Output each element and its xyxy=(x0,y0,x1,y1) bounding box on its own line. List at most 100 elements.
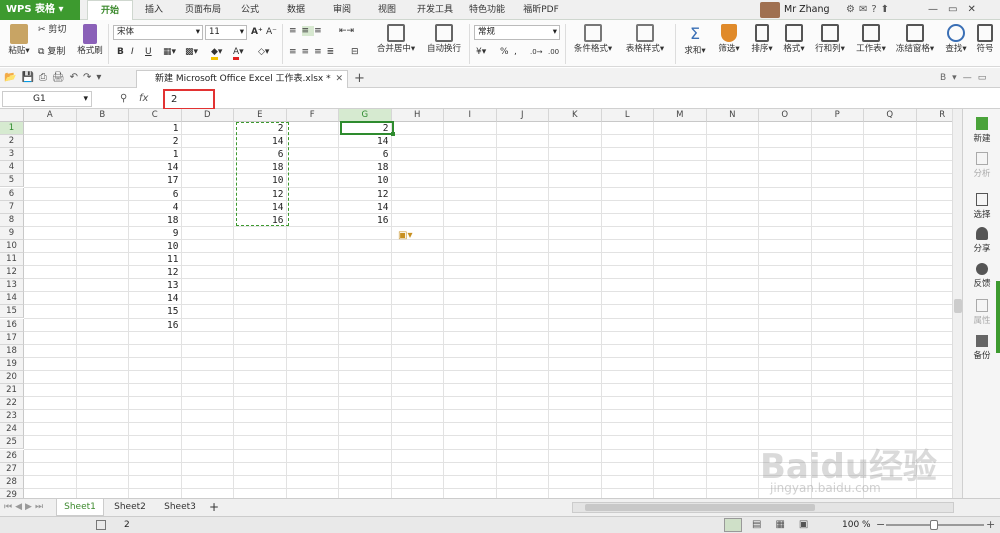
menu-data[interactable]: 数据 xyxy=(280,0,312,20)
quick-access-icons[interactable]: 📂💾⎙🖨↶↷▾ xyxy=(4,71,106,85)
find-button[interactable]: 查找▾ xyxy=(941,24,971,54)
sidebar-item-select[interactable]: 选择 xyxy=(963,193,1000,220)
cell-G7[interactable]: 14 xyxy=(339,201,388,214)
sidebar-item-analyze[interactable]: 分析 xyxy=(963,152,1000,179)
comma-button[interactable]: , xyxy=(514,45,517,59)
indent-buttons[interactable]: ⇤⇥ xyxy=(339,24,354,38)
cell-C12[interactable]: 12 xyxy=(129,266,178,279)
cell-C1[interactable]: 1 xyxy=(129,122,179,135)
menu-view[interactable]: 视图 xyxy=(371,0,403,20)
row-header-10[interactable]: 10 xyxy=(0,239,24,253)
row-header-7[interactable]: 7 xyxy=(0,200,24,214)
horizontal-align-buttons[interactable]: ≡≡≡≣ xyxy=(289,45,339,59)
h-scroll-thumb[interactable] xyxy=(585,504,815,511)
row-header-11[interactable]: 11 xyxy=(0,253,24,267)
sort-button[interactable]: 排序▾ xyxy=(747,24,777,54)
column-header-M[interactable]: M xyxy=(654,109,707,122)
row-header-3[interactable]: 3 xyxy=(0,148,24,162)
sheet-tab-3[interactable]: Sheet3 xyxy=(156,499,204,516)
conditional-format-button[interactable]: 条件格式▾ xyxy=(570,24,616,54)
menu-review[interactable]: 审阅 xyxy=(326,0,358,20)
row-header-24[interactable]: 24 xyxy=(0,423,24,437)
row-header-21[interactable]: 21 xyxy=(0,384,24,398)
increase-decimal-button[interactable]: .0→ xyxy=(530,45,543,59)
cell-C13[interactable]: 13 xyxy=(129,279,178,292)
cell-C7[interactable]: 4 xyxy=(129,201,179,214)
view-mode-buttons[interactable]: ▤▦▣ xyxy=(752,518,822,532)
row-header-4[interactable]: 4 xyxy=(0,161,24,175)
vertical-scrollbar[interactable] xyxy=(952,109,962,498)
clear-button[interactable]: ◇▾ xyxy=(258,45,269,59)
column-header-Q[interactable]: Q xyxy=(864,109,917,122)
column-header-J[interactable]: J xyxy=(496,109,549,122)
select-all-corner[interactable] xyxy=(0,109,24,122)
column-header-E[interactable]: E xyxy=(234,109,287,122)
paste-button[interactable]: 粘贴▾ xyxy=(6,24,32,56)
row-header-27[interactable]: 27 xyxy=(0,462,24,476)
cell-C10[interactable]: 10 xyxy=(129,240,178,253)
document-tab[interactable]: 新建 Microsoft Office Excel 工作表.xlsx * ✕ xyxy=(136,70,348,88)
close-icon[interactable]: ✕ xyxy=(335,71,343,87)
underline-button[interactable]: U xyxy=(145,45,152,59)
user-name[interactable]: Mr Zhang xyxy=(784,0,830,20)
sidebar-item-feedback[interactable]: 反馈 xyxy=(963,263,1000,289)
menu-page-layout[interactable]: 页面布局 xyxy=(178,0,228,20)
vertical-align-buttons[interactable]: ≡≡≡ xyxy=(289,24,327,38)
scroll-thumb[interactable] xyxy=(954,299,962,313)
cell-C3[interactable]: 1 xyxy=(129,148,179,161)
column-header-C[interactable]: C xyxy=(129,109,182,122)
row-header-2[interactable]: 2 xyxy=(0,135,24,149)
sidebar-item-backup[interactable]: 备份 xyxy=(963,335,1000,361)
italic-button[interactable]: I xyxy=(131,45,134,59)
normal-view-button[interactable] xyxy=(724,518,742,532)
cell-style-button[interactable]: ▩▾ xyxy=(185,45,198,59)
shrink-font-button[interactable]: A⁻ xyxy=(266,25,277,39)
number-format-select[interactable]: 常规 ▾ xyxy=(474,25,560,40)
row-header-13[interactable]: 13 xyxy=(0,279,24,293)
zoom-out-button[interactable]: − xyxy=(876,517,885,533)
decrease-decimal-button[interactable]: .00 xyxy=(548,45,559,59)
zoom-function-icon[interactable]: ⚲ xyxy=(120,91,127,107)
column-header-F[interactable]: F xyxy=(286,109,339,122)
menu-home[interactable]: 开始 xyxy=(87,0,133,20)
row-header-26[interactable]: 26 xyxy=(0,449,24,463)
bold-button[interactable]: B xyxy=(117,45,124,59)
menu-formulas[interactable]: 公式 xyxy=(234,0,266,20)
column-header-L[interactable]: L xyxy=(601,109,654,122)
sum-button[interactable]: Σ 求和▾ xyxy=(680,24,710,56)
avatar[interactable] xyxy=(760,2,780,18)
row-header-18[interactable]: 18 xyxy=(0,344,24,358)
new-tab-button[interactable]: + xyxy=(354,70,365,88)
row-header-23[interactable]: 23 xyxy=(0,410,24,424)
percent-button[interactable]: % xyxy=(500,45,509,59)
sheet-tab-1[interactable]: Sheet1 xyxy=(56,499,104,516)
row-header-14[interactable]: 14 xyxy=(0,292,24,306)
horizontal-scrollbar[interactable] xyxy=(572,502,954,513)
rows-cols-button[interactable]: 行和列▾ xyxy=(811,24,849,54)
font-color-button[interactable]: A▾ xyxy=(233,45,244,60)
zoom-level[interactable]: 100 % xyxy=(842,517,871,533)
cell-C11[interactable]: 11 xyxy=(129,253,178,266)
row-header-12[interactable]: 12 xyxy=(0,266,24,280)
name-box[interactable]: G1 ▾ xyxy=(2,91,92,107)
merge-center-button[interactable]: 合并居中▾ xyxy=(373,24,419,54)
cell-G3[interactable]: 6 xyxy=(339,148,389,161)
menu-developer[interactable]: 开发工具 xyxy=(413,0,457,20)
menu-insert[interactable]: 插入 xyxy=(138,0,170,20)
formula-input[interactable]: 2 xyxy=(163,89,215,110)
spreadsheet-grid[interactable]: ABCDEFGHIJKLMNOPQR 1 2 3 4 5 6 7 8 9 10 11 12 13 14 15… xyxy=(0,109,962,498)
grow-font-button[interactable]: A⁺ xyxy=(251,25,263,39)
column-header-A[interactable]: A xyxy=(24,109,77,122)
cell-C4[interactable]: 14 xyxy=(129,161,178,174)
sheet-nav-arrows[interactable]: ⏮◀▶⏭ xyxy=(4,501,46,514)
cut-button[interactable]: ✂ 剪切 xyxy=(38,23,66,37)
menu-foxit-pdf[interactable]: 福昕PDF xyxy=(517,0,565,20)
cell-C9[interactable]: 9 xyxy=(129,227,179,240)
window-controls[interactable]: —▭✕ xyxy=(928,3,998,17)
table-style-button[interactable]: 表格样式▾ xyxy=(620,24,670,54)
row-header-29[interactable]: 29 xyxy=(0,488,24,498)
column-header-I[interactable]: I xyxy=(444,109,497,122)
copy-button[interactable]: ⧉ 复制 xyxy=(38,45,65,59)
row-header-20[interactable]: 20 xyxy=(0,370,24,384)
zoom-slider-thumb[interactable] xyxy=(930,520,938,530)
